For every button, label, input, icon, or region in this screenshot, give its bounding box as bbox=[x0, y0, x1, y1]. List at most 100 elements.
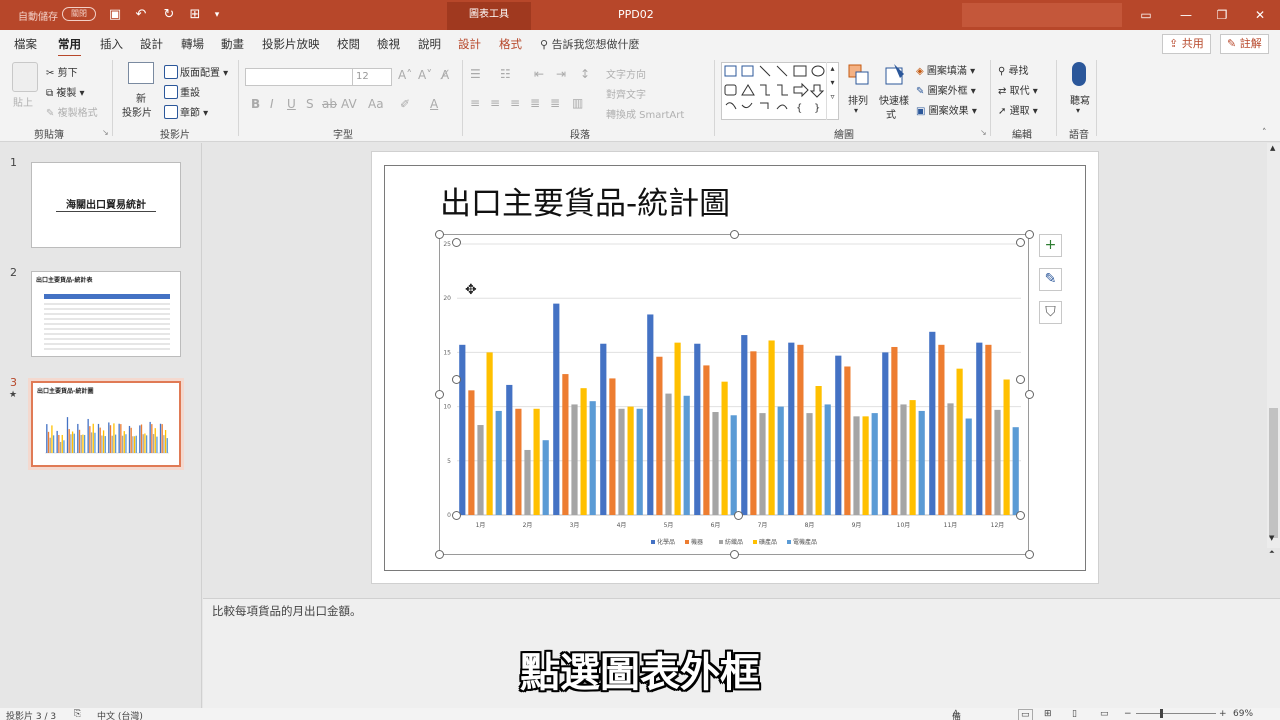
thumbnail-slide-2[interactable]: 出口主要貨品-統計表 bbox=[31, 271, 181, 357]
zoom-out-icon[interactable]: − bbox=[1124, 709, 1132, 719]
tab-view[interactable]: 檢視 bbox=[377, 36, 400, 52]
tab-review[interactable]: 校閱 bbox=[337, 36, 360, 52]
plot-handle-bottom[interactable] bbox=[734, 511, 743, 520]
paste-button[interactable]: 貼上 bbox=[13, 94, 33, 109]
tab-transitions[interactable]: 轉場 bbox=[181, 36, 204, 52]
tab-home[interactable]: 常用 bbox=[58, 36, 81, 58]
justify-icon[interactable]: ≣ bbox=[530, 96, 540, 110]
shadow-icon[interactable]: S bbox=[306, 97, 314, 111]
new-slide-label-1[interactable]: 新 bbox=[136, 90, 146, 105]
ribbon-display-icon[interactable]: ▭ bbox=[1134, 4, 1158, 26]
shrink-font-icon[interactable]: A˅ bbox=[418, 68, 432, 82]
tab-chart-design[interactable]: 設計 bbox=[458, 36, 481, 52]
scrollbar-thumb[interactable] bbox=[1269, 408, 1278, 538]
thumbnail-slide-3[interactable]: 出口主要貨品-統計圖 bbox=[28, 378, 184, 470]
drawing-launcher-icon[interactable]: ↘ bbox=[980, 128, 987, 137]
grow-font-icon[interactable]: A˄ bbox=[398, 68, 412, 82]
undo-icon[interactable]: ↶ bbox=[132, 6, 150, 24]
copy-button[interactable]: ⧉ 複製 ▾ bbox=[46, 84, 85, 99]
resize-handle-top[interactable] bbox=[730, 230, 739, 239]
new-slide-icon[interactable] bbox=[128, 62, 154, 84]
chart-styles-brush-icon[interactable]: ✎ bbox=[1039, 268, 1062, 291]
zoom-slider-track[interactable] bbox=[1136, 713, 1216, 714]
chart-elements-plus-icon[interactable]: + bbox=[1039, 234, 1062, 257]
plot-handle-top-left[interactable] bbox=[452, 238, 461, 247]
new-slide-label-2[interactable]: 投影片 bbox=[122, 104, 152, 119]
normal-view-icon[interactable]: ▭ bbox=[1018, 709, 1033, 720]
font-color-icon[interactable]: A bbox=[430, 97, 438, 111]
decrease-indent-icon[interactable]: ⇤ bbox=[534, 67, 544, 81]
tell-me-search[interactable]: ⚲ 告訴我您想做什麼 bbox=[540, 36, 640, 52]
font-name-combo[interactable] bbox=[245, 68, 353, 86]
vertical-scrollbar[interactable]: ▲ bbox=[1267, 143, 1280, 548]
section-button[interactable]: 章節 ▾ bbox=[164, 104, 208, 119]
bold-icon[interactable]: B bbox=[251, 97, 260, 111]
resize-handle-right[interactable] bbox=[1025, 390, 1034, 399]
share-button[interactable]: ⇪ 共用 bbox=[1162, 34, 1211, 54]
align-text-button[interactable]: 對齊文字 bbox=[606, 86, 646, 101]
char-spacing-icon[interactable]: AV bbox=[341, 97, 357, 111]
customize-qat-icon[interactable]: ▾ bbox=[208, 6, 226, 24]
zoom-level[interactable]: 69% bbox=[1233, 709, 1253, 719]
save-icon[interactable]: ▣ bbox=[106, 6, 124, 24]
distributed-icon[interactable]: ≣ bbox=[550, 96, 560, 110]
dictate-dropdown-icon[interactable]: ▾ bbox=[1076, 106, 1080, 115]
numbering-icon[interactable]: ☷ bbox=[500, 67, 511, 81]
tab-insert[interactable]: 插入 bbox=[100, 36, 123, 52]
text-direction-button[interactable]: 文字方向 bbox=[606, 66, 646, 81]
thumbnail-slide-1[interactable]: 海關出口貿易統計 bbox=[31, 162, 181, 248]
increase-indent-icon[interactable]: ⇥ bbox=[556, 67, 566, 81]
resize-handle-left[interactable] bbox=[435, 390, 444, 399]
clear-format-icon[interactable]: A̸ bbox=[441, 68, 449, 82]
plot-handle-left[interactable] bbox=[452, 375, 461, 384]
paste-icon[interactable] bbox=[12, 62, 38, 92]
chart-filter-icon[interactable]: ⛉ bbox=[1039, 301, 1062, 324]
account-area[interactable] bbox=[962, 3, 1122, 27]
arrange-icon[interactable] bbox=[848, 64, 869, 85]
bullets-icon[interactable]: ☰ bbox=[470, 67, 481, 81]
reading-view-icon[interactable]: ▯ bbox=[1072, 709, 1077, 719]
format-painter-button[interactable]: ✎ 複製格式 bbox=[46, 104, 98, 119]
tab-slideshow[interactable]: 投影片放映 bbox=[262, 36, 320, 52]
language-indicator[interactable]: 中文 (台灣) bbox=[97, 709, 143, 720]
clipboard-launcher-icon[interactable]: ↘ bbox=[102, 128, 109, 137]
layout-button[interactable]: 版面配置 ▾ bbox=[164, 64, 228, 79]
resize-handle-bottom[interactable] bbox=[730, 550, 739, 559]
quick-styles-label-1[interactable]: 快速樣 bbox=[879, 92, 909, 107]
align-right-icon[interactable]: ≡ bbox=[510, 96, 520, 110]
italic-icon[interactable]: I bbox=[270, 97, 274, 111]
strikethrough-icon[interactable]: ab bbox=[322, 97, 337, 111]
scroll-up-icon[interactable]: ▲ bbox=[1270, 144, 1275, 152]
plot-handle-bottom-right[interactable] bbox=[1016, 511, 1025, 520]
zoom-slider-thumb[interactable] bbox=[1160, 709, 1163, 718]
underline-icon[interactable]: U bbox=[287, 97, 296, 111]
smartart-button[interactable]: 轉換成 SmartArt bbox=[606, 106, 684, 121]
line-spacing-icon[interactable]: ↕ bbox=[580, 67, 590, 81]
font-size-combo[interactable]: 12 bbox=[352, 68, 392, 86]
prev-slide-icon[interactable]: ⏶ bbox=[1269, 548, 1275, 557]
plot-handle-top-right[interactable] bbox=[1016, 238, 1025, 247]
tab-animations[interactable]: 動畫 bbox=[221, 36, 244, 52]
reset-button[interactable]: 重設 bbox=[164, 84, 200, 99]
restore-icon[interactable]: ❐ bbox=[1210, 4, 1234, 26]
highlight-icon[interactable]: ✐ bbox=[400, 97, 410, 111]
slide-title[interactable]: 出口主要貨品-統計圖 bbox=[440, 178, 730, 223]
plot-handle-bottom-left[interactable] bbox=[452, 511, 461, 520]
shapes-gallery-scroll[interactable]: ▴ ▾ ▿ bbox=[826, 62, 838, 120]
redo-icon[interactable]: ↻ bbox=[160, 6, 178, 24]
zoom-in-icon[interactable]: + bbox=[1219, 709, 1227, 719]
replace-button[interactable]: ⇄ 取代 ▾ bbox=[998, 82, 1038, 97]
align-left-icon[interactable]: ≡ bbox=[470, 96, 480, 110]
columns-icon[interactable]: ▥ bbox=[572, 96, 583, 110]
quick-styles-icon[interactable] bbox=[884, 62, 908, 86]
tab-help[interactable]: 說明 bbox=[418, 36, 441, 52]
shape-outline-button[interactable]: ✎ 圖案外框 ▾ bbox=[916, 82, 976, 97]
close-icon[interactable]: ✕ bbox=[1248, 4, 1272, 26]
align-center-icon[interactable]: ≡ bbox=[490, 96, 500, 110]
change-case-icon[interactable]: Aa bbox=[368, 97, 384, 111]
select-button[interactable]: ➚ 選取 ▾ bbox=[998, 102, 1038, 117]
find-button[interactable]: ⚲ 尋找 bbox=[998, 62, 1029, 77]
arrange-button[interactable]: 排列 bbox=[848, 92, 868, 107]
tab-chart-format[interactable]: 格式 bbox=[499, 36, 522, 52]
dictate-button[interactable]: 聽寫 bbox=[1070, 92, 1090, 107]
